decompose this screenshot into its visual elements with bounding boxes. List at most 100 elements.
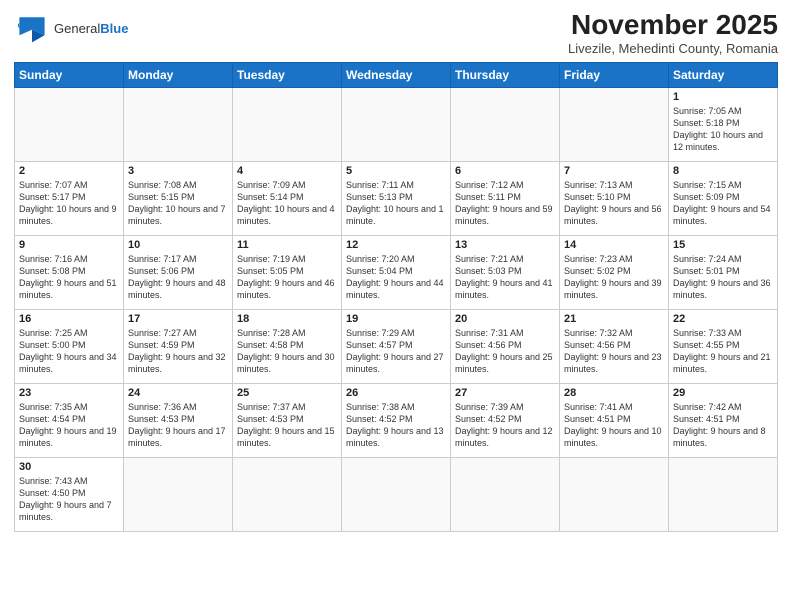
day-number: 9 <box>19 239 119 251</box>
day-number: 3 <box>128 165 228 177</box>
header: GB GeneralBlue November 2025 Livezile, M… <box>14 10 778 56</box>
calendar-cell: 25Sunrise: 7:37 AM Sunset: 4:53 PM Dayli… <box>233 383 342 457</box>
calendar-cell: 18Sunrise: 7:28 AM Sunset: 4:58 PM Dayli… <box>233 309 342 383</box>
day-number: 26 <box>346 387 446 399</box>
calendar-cell: 21 Sunrise: 7:32 AM Sunset: 4:56 PM Dayli… <box>560 309 669 383</box>
page: GB GeneralBlue November 2025 Livezile, M… <box>0 0 792 612</box>
day-info: Sunrise: 7:24 AM Sunset: 5:01 PM Dayligh… <box>673 253 773 302</box>
header-sunday: Sunday <box>15 62 124 87</box>
day-number: 2 <box>19 165 119 177</box>
calendar-cell <box>560 457 669 531</box>
day-info: Sunrise: 7:08 AM Sunset: 5:15 PM Dayligh… <box>128 179 228 228</box>
calendar-cell: 6 Sunrise: 7:12 AM Sunset: 5:11 PM Daylig… <box>451 161 560 235</box>
calendar-cell: 2 Sunrise: 7:07 AM Sunset: 5:17 PM Daylig… <box>15 161 124 235</box>
day-info: Sunrise: 7:29 AM Sunset: 4:57 PM Dayligh… <box>346 327 446 376</box>
day-info: Sunrise: 7:21 AM Sunset: 5:03 PM Dayligh… <box>455 253 555 302</box>
calendar-cell <box>233 87 342 161</box>
calendar-cell: 23 Sunrise: 7:35 AM Sunset: 4:54 PM Dayli… <box>15 383 124 457</box>
calendar-cell <box>124 87 233 161</box>
day-number: 14 <box>564 239 664 251</box>
day-info: Sunrise: 7:43 AM Sunset: 4:50 PM Dayligh… <box>19 475 119 524</box>
day-number: 30 <box>19 461 119 473</box>
logo-text: GeneralBlue <box>54 21 128 36</box>
calendar-cell: 26 Sunrise: 7:38 AM Sunset: 4:52 PM Dayli… <box>342 383 451 457</box>
calendar-cell: 19 Sunrise: 7:29 AM Sunset: 4:57 PM Dayli… <box>342 309 451 383</box>
svg-text:GB: GB <box>18 21 29 30</box>
day-number: 27 <box>455 387 555 399</box>
header-thursday: Thursday <box>451 62 560 87</box>
day-info: Sunrise: 7:16 AM Sunset: 5:08 PM Dayligh… <box>19 253 119 302</box>
day-info: Sunrise: 7:25 AM Sunset: 5:00 PM Dayligh… <box>19 327 119 376</box>
calendar-cell: 9 Sunrise: 7:16 AM Sunset: 5:08 PM Daylig… <box>15 235 124 309</box>
header-wednesday: Wednesday <box>342 62 451 87</box>
calendar-cell: 5 Sunrise: 7:11 AM Sunset: 5:13 PM Daylig… <box>342 161 451 235</box>
day-info: Sunrise: 7:19 AM Sunset: 5:05 PM Dayligh… <box>237 253 337 302</box>
day-info: Sunrise: 7:41 AM Sunset: 4:51 PM Dayligh… <box>564 401 664 450</box>
day-number: 18 <box>237 313 337 325</box>
calendar-cell: 17 Sunrise: 7:27 AM Sunset: 4:59 PM Dayli… <box>124 309 233 383</box>
calendar-cell <box>451 457 560 531</box>
day-info: Sunrise: 7:13 AM Sunset: 5:10 PM Dayligh… <box>564 179 664 228</box>
day-number: 19 <box>346 313 446 325</box>
day-number: 28 <box>564 387 664 399</box>
day-number: 5 <box>346 165 446 177</box>
day-info: Sunrise: 7:15 AM Sunset: 5:09 PM Dayligh… <box>673 179 773 228</box>
calendar-cell <box>342 87 451 161</box>
calendar-cell <box>669 457 778 531</box>
day-info: Sunrise: 7:07 AM Sunset: 5:17 PM Dayligh… <box>19 179 119 228</box>
day-info: Sunrise: 7:12 AM Sunset: 5:11 PM Dayligh… <box>455 179 555 228</box>
day-number: 22 <box>673 313 773 325</box>
day-number: 6 <box>455 165 555 177</box>
day-info: Sunrise: 7:05 AM Sunset: 5:18 PM Dayligh… <box>673 105 773 154</box>
day-info: Sunrise: 7:33 AM Sunset: 4:55 PM Dayligh… <box>673 327 773 376</box>
calendar-cell: 8 Sunrise: 7:15 AM Sunset: 5:09 PM Daylig… <box>669 161 778 235</box>
calendar-cell <box>15 87 124 161</box>
day-info: Sunrise: 7:27 AM Sunset: 4:59 PM Dayligh… <box>128 327 228 376</box>
day-info: Sunrise: 7:42 AM Sunset: 4:51 PM Dayligh… <box>673 401 773 450</box>
day-info: Sunrise: 7:35 AM Sunset: 4:54 PM Dayligh… <box>19 401 119 450</box>
calendar-cell: 15 Sunrise: 7:24 AM Sunset: 5:01 PM Dayli… <box>669 235 778 309</box>
day-number: 29 <box>673 387 773 399</box>
generalblue-logo-icon: GB <box>14 10 50 46</box>
day-info: Sunrise: 7:37 AM Sunset: 4:53 PM Dayligh… <box>237 401 337 450</box>
calendar-table: Sunday Monday Tuesday Wednesday Thursday… <box>14 62 778 532</box>
day-info: Sunrise: 7:20 AM Sunset: 5:04 PM Dayligh… <box>346 253 446 302</box>
calendar-cell: 7Sunrise: 7:13 AM Sunset: 5:10 PM Daylig… <box>560 161 669 235</box>
location: Livezile, Mehedinti County, Romania <box>568 41 778 56</box>
calendar-header: Sunday Monday Tuesday Wednesday Thursday… <box>15 62 778 87</box>
calendar-cell: 28 Sunrise: 7:41 AM Sunset: 4:51 PM Dayli… <box>560 383 669 457</box>
day-info: Sunrise: 7:38 AM Sunset: 4:52 PM Dayligh… <box>346 401 446 450</box>
day-info: Sunrise: 7:23 AM Sunset: 5:02 PM Dayligh… <box>564 253 664 302</box>
day-number: 11 <box>237 239 337 251</box>
calendar-cell: 4Sunrise: 7:09 AM Sunset: 5:14 PM Daylig… <box>233 161 342 235</box>
calendar-cell <box>233 457 342 531</box>
day-number: 4 <box>237 165 337 177</box>
calendar-cell: 13 Sunrise: 7:21 AM Sunset: 5:03 PM Dayli… <box>451 235 560 309</box>
day-number: 15 <box>673 239 773 251</box>
calendar-cell <box>124 457 233 531</box>
title-block: November 2025 Livezile, Mehedinti County… <box>568 10 778 56</box>
day-number: 21 <box>564 313 664 325</box>
day-number: 17 <box>128 313 228 325</box>
day-info: Sunrise: 7:39 AM Sunset: 4:52 PM Dayligh… <box>455 401 555 450</box>
day-info: Sunrise: 7:31 AM Sunset: 4:56 PM Dayligh… <box>455 327 555 376</box>
day-number: 10 <box>128 239 228 251</box>
calendar-cell: 30 Sunrise: 7:43 AM Sunset: 4:50 PM Dayli… <box>15 457 124 531</box>
calendar-cell: 11 Sunrise: 7:19 AM Sunset: 5:05 PM Dayli… <box>233 235 342 309</box>
day-number: 8 <box>673 165 773 177</box>
day-number: 1 <box>673 91 773 103</box>
header-monday: Monday <box>124 62 233 87</box>
header-friday: Friday <box>560 62 669 87</box>
calendar-cell <box>560 87 669 161</box>
day-number: 23 <box>19 387 119 399</box>
header-tuesday: Tuesday <box>233 62 342 87</box>
calendar-cell: 14 Sunrise: 7:23 AM Sunset: 5:02 PM Dayli… <box>560 235 669 309</box>
calendar-cell: 16Sunrise: 7:25 AM Sunset: 5:00 PM Dayli… <box>15 309 124 383</box>
day-number: 13 <box>455 239 555 251</box>
logo: GB GeneralBlue <box>14 10 128 46</box>
day-info: Sunrise: 7:11 AM Sunset: 5:13 PM Dayligh… <box>346 179 446 228</box>
calendar-cell: 24Sunrise: 7:36 AM Sunset: 4:53 PM Dayli… <box>124 383 233 457</box>
day-info: Sunrise: 7:32 AM Sunset: 4:56 PM Dayligh… <box>564 327 664 376</box>
calendar-cell: 29 Sunrise: 7:42 AM Sunset: 4:51 PM Dayli… <box>669 383 778 457</box>
calendar-cell <box>451 87 560 161</box>
